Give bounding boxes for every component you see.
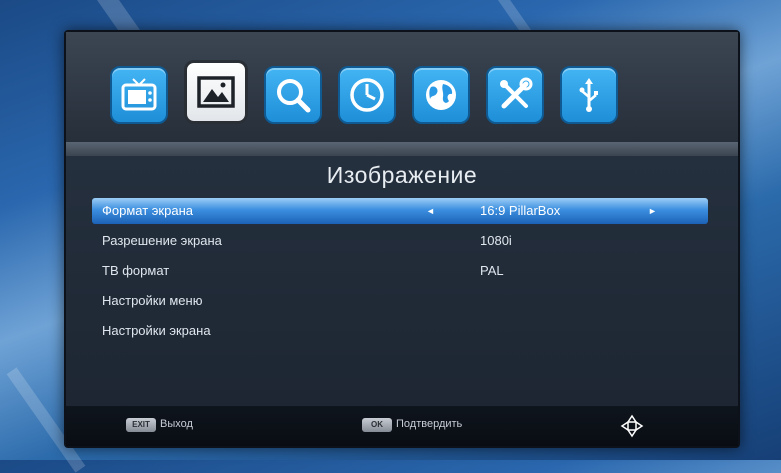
setting-row-screen-settings[interactable]: Настройки экрана [92, 318, 708, 344]
setting-value: 16:9 PillarBox [480, 203, 561, 218]
settings-panel: Изображение Формат экрана ◄ 16:9 PillarB… [66, 156, 738, 406]
ok-key-badge: OK [362, 418, 392, 432]
footer-help-bar: EXIT Выход OK Подтвердить [66, 406, 738, 446]
tab-search[interactable] [264, 66, 322, 124]
setting-label: Разрешение экрана [102, 233, 222, 248]
tab-time[interactable] [338, 66, 396, 124]
arrow-left-icon[interactable]: ◄ [426, 206, 435, 216]
main-menu-bar [66, 32, 738, 144]
picture-icon [197, 76, 235, 108]
tab-picture[interactable] [184, 60, 248, 124]
setting-label: ТВ формат [102, 263, 170, 278]
menu-window: Изображение Формат экрана ◄ 16:9 PillarB… [64, 30, 740, 448]
setting-label: Настройки экрана [102, 323, 211, 338]
setting-row-menu-settings[interactable]: Настройки меню [92, 288, 708, 314]
tools-icon [500, 77, 533, 109]
setting-row-tv-format[interactable]: ТВ формат PAL [92, 258, 708, 284]
page-title: Изображение [326, 162, 478, 188]
setting-value: 1080i [480, 233, 512, 248]
exit-key-badge: EXIT [126, 418, 156, 432]
tab-network[interactable] [412, 66, 470, 124]
navigation-arrows-icon [620, 414, 644, 438]
setting-row-screen-format[interactable]: Формат экрана ◄ 16:9 PillarBox ► [92, 198, 708, 224]
globe-icon [426, 80, 456, 110]
usb-icon [579, 78, 598, 112]
tab-tools[interactable] [486, 66, 544, 124]
search-icon [277, 79, 311, 113]
tab-tv[interactable] [110, 66, 168, 124]
setting-label: Формат экрана [102, 203, 193, 218]
confirm-hint: Подтвердить [396, 418, 463, 430]
arrow-right-icon[interactable]: ► [648, 206, 657, 216]
clock-icon [350, 78, 384, 112]
menu-tabs [110, 60, 618, 124]
setting-value: PAL [480, 263, 504, 278]
menu-shelf [66, 142, 738, 156]
setting-label: Настройки меню [102, 293, 203, 308]
tv-icon [121, 78, 157, 111]
setting-row-resolution[interactable]: Разрешение экрана 1080i [92, 228, 708, 254]
exit-hint: Выход [160, 418, 193, 430]
tab-usb[interactable] [560, 66, 618, 124]
